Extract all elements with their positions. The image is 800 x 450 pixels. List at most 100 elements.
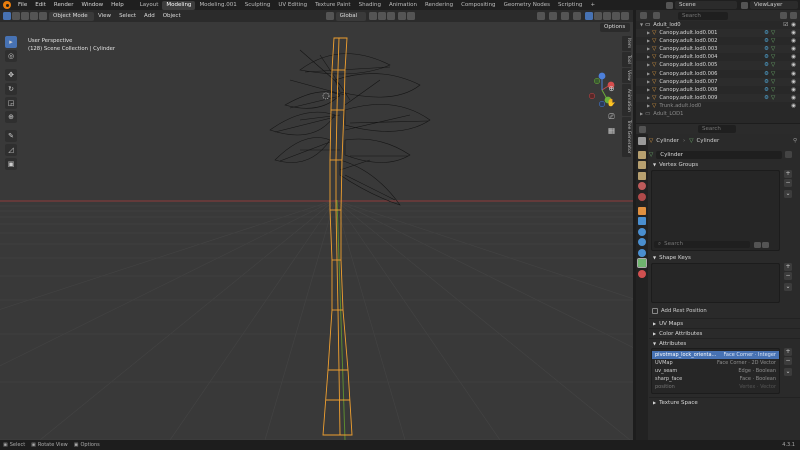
tab-animation[interactable]: Animation bbox=[385, 1, 421, 10]
attribute-row[interactable]: position Vertex · Vector bbox=[652, 383, 779, 391]
constraints-tab-icon[interactable] bbox=[638, 248, 646, 257]
menu-object[interactable]: Object bbox=[159, 12, 185, 21]
tab-uv-editing[interactable]: UV Editing bbox=[274, 1, 311, 10]
scene-selector[interactable]: Scene bbox=[675, 1, 737, 9]
outliner-item[interactable]: ▶ ▽ Canopy.adult.lod0.004 ⚙ ▽ ◉ bbox=[636, 53, 800, 61]
menu-edit[interactable]: Edit bbox=[31, 0, 50, 10]
object-mode-dropdown[interactable]: Object Mode bbox=[49, 11, 94, 21]
outliner-item[interactable]: ▶ ▽ Canopy.adult.lod0.007 ⚙ ▽ ◉ bbox=[636, 77, 800, 86]
sort-alpha-icon[interactable] bbox=[754, 241, 761, 248]
collection-row[interactable]: ▼ ▭ Adult_lod0 ☑ ◉ bbox=[636, 21, 800, 29]
sort-reverse-icon[interactable] bbox=[762, 241, 769, 248]
material-tab-icon[interactable] bbox=[638, 269, 646, 278]
select-mode-icon[interactable] bbox=[12, 12, 20, 20]
eye-icon[interactable]: ◉ bbox=[791, 94, 796, 102]
eye-icon[interactable]: ◉ bbox=[791, 78, 796, 86]
expand-arrow-icon[interactable]: ▶ bbox=[647, 45, 650, 53]
menu-view[interactable]: View bbox=[94, 12, 115, 21]
collection-checkbox-icon[interactable]: ☑ bbox=[783, 21, 788, 29]
3d-viewport[interactable]: Object Mode View Select Add Object Globa… bbox=[0, 10, 633, 440]
properties-search-input[interactable]: Search bbox=[698, 125, 736, 133]
select-subtract-icon[interactable] bbox=[30, 12, 38, 20]
menu-help[interactable]: Help bbox=[107, 0, 128, 10]
vertex-group-specials-icon[interactable]: ⌄ bbox=[784, 190, 792, 198]
expand-arrow-icon[interactable]: ▶ bbox=[647, 78, 650, 86]
pin-icon[interactable]: ⚲ bbox=[793, 138, 797, 144]
transform-orientation-dropdown[interactable]: Global bbox=[335, 11, 366, 21]
select-intersect-icon[interactable] bbox=[39, 12, 47, 20]
shading-options-icon[interactable] bbox=[621, 12, 629, 20]
transform-tool[interactable]: ⊕ bbox=[5, 111, 17, 123]
tab-tree-generator[interactable]: Tree Generator bbox=[622, 117, 631, 157]
filter-icon[interactable] bbox=[780, 12, 787, 19]
cursor-tool[interactable]: ◎ bbox=[5, 50, 17, 62]
data-tab-icon[interactable] bbox=[637, 258, 647, 268]
remove-attribute-button[interactable]: − bbox=[784, 357, 792, 365]
view-layer-tab-icon[interactable] bbox=[638, 171, 646, 180]
scene-tab-icon[interactable] bbox=[638, 182, 646, 190]
modifier-icon[interactable]: ⚙ bbox=[764, 70, 769, 78]
add-workspace-button[interactable]: + bbox=[586, 1, 599, 10]
tab-modeling[interactable]: Modeling bbox=[162, 0, 196, 10]
modifier-icon[interactable]: ⚙ bbox=[764, 86, 769, 94]
blender-logo-icon[interactable] bbox=[3, 1, 11, 9]
mesh-name-field[interactable]: Cylinder bbox=[656, 150, 783, 159]
mesh-data-icon[interactable]: ▽ bbox=[771, 86, 775, 94]
eye-icon[interactable]: ◉ bbox=[791, 86, 796, 94]
viewport-options-button[interactable]: Options bbox=[600, 23, 630, 32]
add-cube-tool[interactable]: ▣ bbox=[5, 158, 17, 170]
panel-texture-space[interactable]: ▶ Texture Space bbox=[649, 397, 800, 407]
eye-icon[interactable]: ◉ bbox=[791, 53, 796, 61]
material-shading-icon[interactable] bbox=[603, 12, 611, 20]
gizmo-icon[interactable] bbox=[549, 12, 557, 20]
tab-layout[interactable]: Layout bbox=[136, 1, 163, 10]
measure-tool[interactable]: ◿ bbox=[5, 144, 17, 156]
eye-icon[interactable]: ◉ bbox=[791, 45, 796, 53]
modifier-tab-icon[interactable] bbox=[638, 217, 646, 225]
mesh-data-icon[interactable]: ▽ bbox=[771, 29, 775, 37]
modifier-icon[interactable]: ⚙ bbox=[764, 29, 769, 37]
add-attribute-button[interactable]: + bbox=[784, 348, 792, 356]
add-shape-key-button[interactable]: + bbox=[784, 263, 792, 271]
modifier-icon[interactable]: ⚙ bbox=[764, 61, 769, 69]
expand-arrow-icon[interactable]: ▶ bbox=[640, 110, 643, 118]
tab-compositing[interactable]: Compositing bbox=[457, 1, 499, 10]
mesh-data-icon[interactable]: ▽ bbox=[771, 53, 775, 61]
select-tool[interactable]: ▸ bbox=[5, 36, 17, 48]
camera-view-icon[interactable]: ⎚ bbox=[606, 111, 617, 122]
editor-type-icon[interactable] bbox=[640, 12, 647, 19]
mesh-data-icon[interactable]: ▽ bbox=[771, 94, 775, 102]
outliner-item[interactable]: ▶ ▽ Canopy.adult.lod0.008 ⚙ ▽ ◉ bbox=[636, 86, 800, 94]
mesh-data-icon[interactable]: ▽ bbox=[771, 37, 775, 45]
add-vertex-group-button[interactable]: + bbox=[784, 170, 792, 178]
panel-shape-keys[interactable]: ▼ Shape Keys bbox=[649, 253, 800, 263]
pivot-point-icon[interactable] bbox=[368, 12, 377, 20]
render-tab-icon[interactable] bbox=[638, 150, 646, 159]
wireframe-shading-icon[interactable] bbox=[585, 12, 593, 20]
outliner-item[interactable]: ▶ ▽ Canopy.adult.lod0.002 ⚙ ▽ ◉ bbox=[636, 37, 800, 45]
tab-item[interactable]: Item bbox=[622, 36, 631, 51]
fake-user-icon[interactable] bbox=[785, 151, 793, 158]
expand-arrow-icon[interactable]: ▶ bbox=[647, 102, 650, 110]
panel-vertex-groups[interactable]: ▼ Vertex Groups bbox=[649, 160, 800, 170]
eye-icon[interactable]: ◉ bbox=[791, 29, 796, 37]
annotate-tool[interactable]: ✎ bbox=[5, 130, 17, 142]
mesh-data-icon[interactable]: ▽ bbox=[771, 70, 775, 78]
menu-file[interactable]: File bbox=[14, 0, 31, 10]
tab-sculpting[interactable]: Sculpting bbox=[241, 1, 275, 10]
display-mode-icon[interactable] bbox=[653, 12, 660, 19]
outliner-item[interactable]: ▶ ▽ Canopy.adult.lod0.009 ⚙ ▽ ◉ bbox=[636, 93, 800, 102]
3d-cursor-icon[interactable] bbox=[322, 92, 330, 100]
proportional-edit-icon[interactable] bbox=[397, 12, 406, 20]
expand-arrow-icon[interactable]: ▶ bbox=[647, 61, 650, 69]
modifier-icon[interactable]: ⚙ bbox=[764, 53, 769, 61]
shape-key-specials-icon[interactable]: ⌄ bbox=[784, 283, 792, 291]
tab-rendering[interactable]: Rendering bbox=[421, 1, 457, 10]
tab-texture-paint[interactable]: Texture Paint bbox=[311, 1, 355, 10]
tab-geometry-nodes[interactable]: Geometry Nodes bbox=[500, 1, 554, 10]
eye-icon[interactable]: ◉ bbox=[791, 37, 796, 45]
properties-editor-icon[interactable] bbox=[639, 125, 646, 133]
outliner-item[interactable]: ▶ ▽ Canopy.adult.lod0.005 ⚙ ▽ ◉ bbox=[636, 61, 800, 70]
expand-arrow-icon[interactable]: ▶ bbox=[647, 37, 650, 45]
outliner-item[interactable]: ▶ ▽ Canopy.adult.lod0.003 ⚙ ▽ ◉ bbox=[636, 45, 800, 54]
